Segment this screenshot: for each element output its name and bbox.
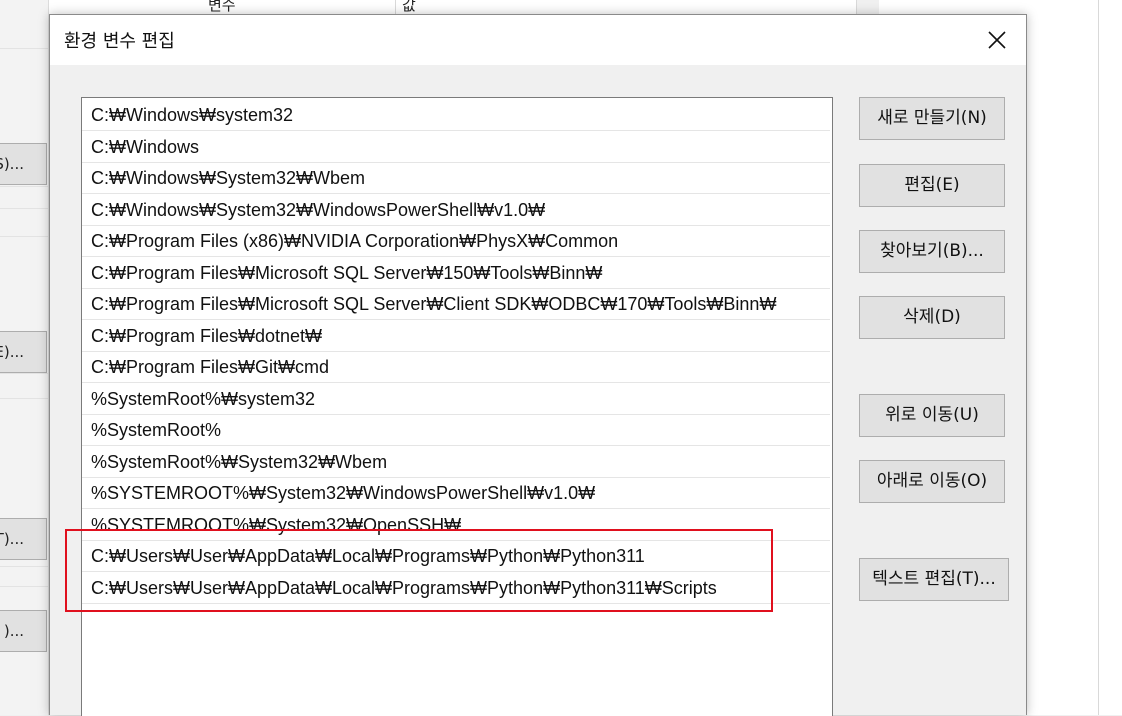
list-item[interactable]: C:₩Program Files₩Git₩cmd (82, 352, 830, 383)
edit-button[interactable]: 편집(E) (859, 164, 1005, 207)
background-scrollbar (856, 0, 879, 14)
title-bar: 환경 변수 편집 (50, 15, 1026, 65)
list-item[interactable]: C:₩Program Files (x86)₩NVIDIA Corporatio… (82, 226, 830, 257)
list-item[interactable]: C:₩Windows₩System32₩Wbem (82, 163, 830, 194)
path-entry-list[interactable]: C:₩Windows₩system32 C:₩Windows C:₩Windows₩… (81, 97, 833, 716)
delete-button[interactable]: 삭제(D) (859, 296, 1005, 339)
close-button[interactable] (968, 15, 1026, 65)
list-item[interactable]: %SYSTEMROOT%₩System32₩WindowsPowerShell₩… (82, 478, 830, 509)
background-header-value: 값 (402, 0, 416, 14)
list-item[interactable]: C:₩Program Files₩Microsoft SQL Server₩15… (82, 258, 830, 289)
list-item[interactable]: %SystemRoot% (82, 415, 830, 446)
background-edit-button-2[interactable]: )... (0, 610, 47, 652)
list-item[interactable]: C:₩Users₩User₩AppData₩Local₩Programs₩Pyt… (82, 541, 830, 572)
edit-text-button[interactable]: 텍스트 편집(T)... (859, 558, 1009, 601)
browse-button[interactable]: 찾아보기(B)... (859, 230, 1005, 273)
move-up-button[interactable]: 위로 이동(U) (859, 394, 1005, 437)
list-item[interactable]: %SystemRoot%₩system32 (82, 384, 830, 415)
background-edit-button[interactable]: E)... (0, 331, 47, 373)
background-header-variable: 변수 (208, 0, 236, 14)
background-new-button-2[interactable]: T)... (0, 518, 47, 560)
background-new-button[interactable]: S)... (0, 143, 47, 185)
list-item[interactable]: C:₩Windows₩System32₩WindowsPowerShell₩v1… (82, 195, 830, 226)
list-item[interactable]: C:₩Windows₩system32 (82, 100, 830, 131)
close-icon (988, 31, 1006, 49)
new-button[interactable]: 새로 만들기(N) (859, 97, 1005, 140)
edit-environment-variable-dialog: 환경 변수 편집 C:₩Windows₩system32 C:₩Windows C:… (49, 14, 1027, 716)
dialog-title: 환경 변수 편집 (64, 31, 175, 52)
background-list-header: 변수 값 (200, 0, 856, 15)
list-item[interactable]: %SystemRoot%₩System32₩Wbem (82, 447, 830, 478)
list-item[interactable]: %SYSTEMROOT%₩System32₩OpenSSH₩ (82, 510, 830, 541)
move-down-button[interactable]: 아래로 이동(O) (859, 460, 1005, 503)
list-item[interactable]: C:₩Program Files₩dotnet₩ (82, 321, 830, 352)
list-item[interactable]: C:₩Program Files₩Microsoft SQL Server₩Cl… (82, 289, 830, 320)
background-right-area (1028, 0, 1122, 715)
list-item[interactable]: C:₩Windows (82, 132, 830, 163)
list-item[interactable]: C:₩Users₩User₩AppData₩Local₩Programs₩Pyt… (82, 573, 830, 604)
background-left-pane: S)... E)... T)... )... (0, 0, 49, 715)
